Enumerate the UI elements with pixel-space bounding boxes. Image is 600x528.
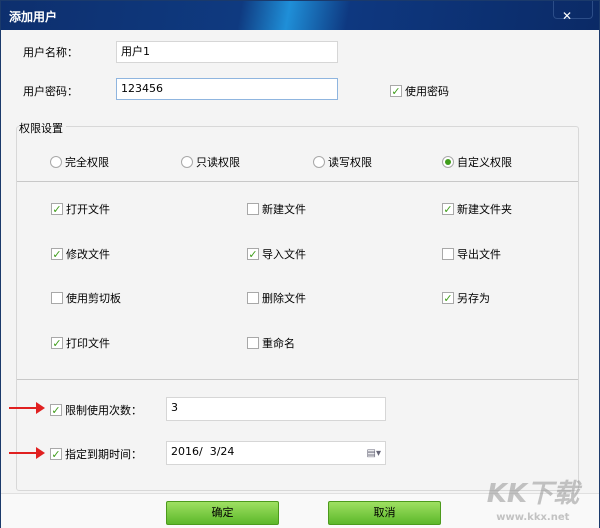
perm-label: 删除文件 xyxy=(262,292,306,305)
perm-rename[interactable]: 重命名 xyxy=(247,335,295,351)
username-label: 用户名称： xyxy=(23,46,78,59)
close-button[interactable]: ✕ xyxy=(553,1,593,23)
checkbox-icon xyxy=(442,248,454,260)
use-password-label: 使用密码 xyxy=(405,85,449,98)
radio-label: 只读权限 xyxy=(196,156,240,169)
arrow-annotation xyxy=(9,447,45,459)
add-user-dialog: 添加用户 ✕ 用户名称： 用户1 用户密码： 123456 ✓ 使用密码 权限设置… xyxy=(0,0,600,528)
expire-date-checkbox[interactable]: ✓ 指定到期时间： xyxy=(50,446,142,462)
radio-label: 完全权限 xyxy=(65,156,109,169)
perm-new-folder[interactable]: ✓ 新建文件夹 xyxy=(442,201,512,217)
calendar-dropdown-icon[interactable]: ▤▾ xyxy=(367,446,381,462)
watermark-logo: KK下载 xyxy=(486,479,579,509)
radio-icon xyxy=(313,156,325,168)
radio-readwrite[interactable]: 读写权限 xyxy=(313,154,372,170)
perm-label: 新建文件 xyxy=(262,203,306,216)
watermark-url: www.kkx.net xyxy=(496,512,570,523)
ok-button[interactable]: 确定 xyxy=(166,501,279,525)
expire-date-value: 2016/ 3/24 xyxy=(171,445,235,458)
perm-modify-file[interactable]: ✓ 修改文件 xyxy=(51,246,110,262)
check-icon: ✓ xyxy=(247,247,259,261)
divider xyxy=(17,379,578,380)
limit-count-checkbox[interactable]: ✓ 限制使用次数： xyxy=(50,402,142,418)
perm-label: 新建文件夹 xyxy=(457,203,512,216)
radio-full[interactable]: 完全权限 xyxy=(50,154,109,170)
perm-label: 打开文件 xyxy=(66,203,110,216)
checkbox-icon xyxy=(51,292,63,304)
perm-label: 重命名 xyxy=(262,337,295,350)
checkbox-icon xyxy=(247,337,259,349)
dialog-title: 添加用户 xyxy=(9,10,58,24)
radio-selected-icon xyxy=(442,156,454,168)
perm-new-file[interactable]: 新建文件 xyxy=(247,201,306,217)
perm-print-file[interactable]: ✓ 打印文件 xyxy=(51,335,110,351)
arrow-annotation xyxy=(9,402,45,414)
perm-import-file[interactable]: ✓ 导入文件 xyxy=(247,246,306,262)
perm-save-as[interactable]: ✓ 另存为 xyxy=(442,290,490,306)
checkbox-icon xyxy=(247,292,259,304)
use-password-checkbox[interactable]: ✓ 使用密码 xyxy=(390,83,449,99)
check-icon: ✓ xyxy=(51,247,63,261)
perm-label: 导入文件 xyxy=(262,248,306,261)
radio-icon xyxy=(181,156,193,168)
password-input[interactable]: 123456 xyxy=(116,78,338,100)
watermark: KK下载 www.kkx.net xyxy=(487,473,579,523)
check-icon: ✓ xyxy=(50,403,62,417)
permissions-group-title: 权限设置 xyxy=(19,120,66,136)
limit-count-input[interactable]: 3 xyxy=(166,397,386,421)
perm-delete-file[interactable]: 删除文件 xyxy=(247,290,306,306)
check-icon: ✓ xyxy=(50,447,62,461)
perm-label: 打印文件 xyxy=(66,337,110,350)
radio-readonly[interactable]: 只读权限 xyxy=(181,154,240,170)
expire-date-picker[interactable]: 2016/ 3/24 ▤▾ xyxy=(166,441,386,465)
perm-export-file[interactable]: 导出文件 xyxy=(442,246,501,262)
check-icon: ✓ xyxy=(442,291,454,305)
cancel-button[interactable]: 取消 xyxy=(328,501,441,525)
radio-icon xyxy=(50,156,62,168)
check-icon: ✓ xyxy=(51,336,63,350)
divider xyxy=(17,181,578,182)
perm-label: 导出文件 xyxy=(457,248,501,261)
perm-label: 使用剪切板 xyxy=(66,292,121,305)
check-icon: ✓ xyxy=(51,202,63,216)
password-label: 用户密码： xyxy=(23,85,78,98)
check-icon: ✓ xyxy=(442,202,454,216)
check-icon: ✓ xyxy=(390,84,402,98)
perm-clipboard[interactable]: 使用剪切板 xyxy=(51,290,121,306)
radio-label: 读写权限 xyxy=(328,156,372,169)
perm-open-file[interactable]: ✓ 打开文件 xyxy=(51,201,110,217)
close-icon: ✕ xyxy=(562,9,573,23)
checkbox-icon xyxy=(247,203,259,215)
perm-label: 另存为 xyxy=(457,292,490,305)
perm-label: 修改文件 xyxy=(66,248,110,261)
radio-label: 自定义权限 xyxy=(457,156,512,169)
expire-date-label: 指定到期时间： xyxy=(65,448,142,461)
radio-custom[interactable]: 自定义权限 xyxy=(442,154,512,170)
username-input[interactable]: 用户1 xyxy=(116,41,338,63)
title-bar: 添加用户 ✕ xyxy=(1,1,599,30)
limit-count-label: 限制使用次数： xyxy=(65,404,142,417)
